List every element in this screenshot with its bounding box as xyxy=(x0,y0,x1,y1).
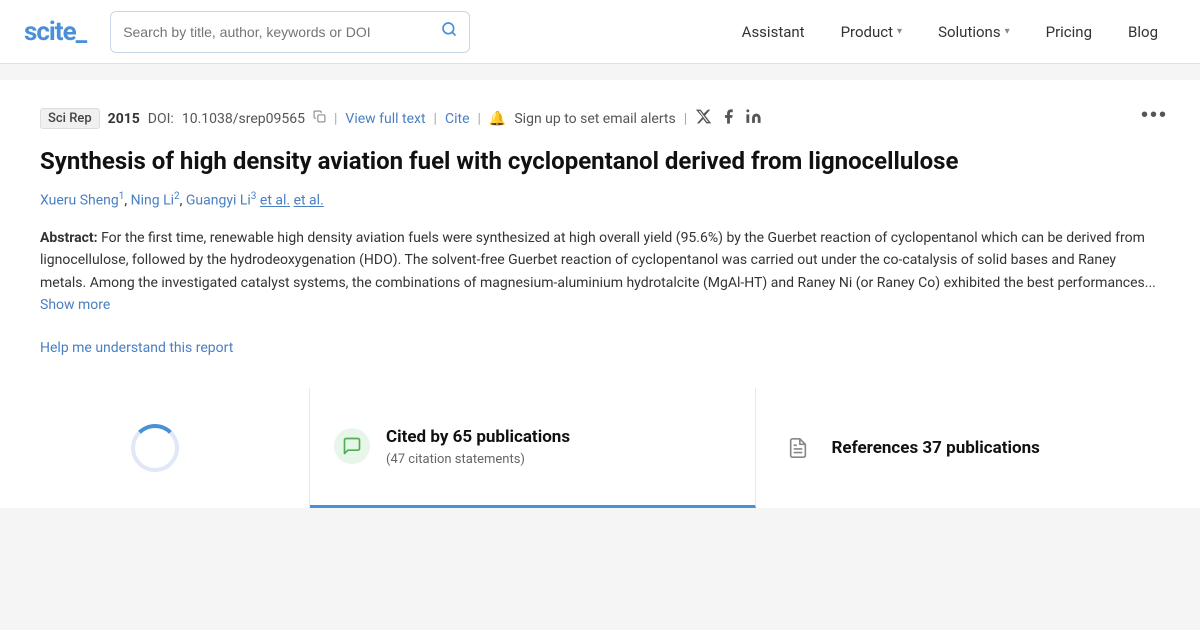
author-link-3[interactable]: Guangyi Li xyxy=(186,193,251,209)
cited-text: Cited by 65 publications (47 citation st… xyxy=(386,426,570,467)
cited-sub-text: (47 citation statements) xyxy=(386,452,570,467)
facebook-icon[interactable] xyxy=(720,108,737,129)
loading-spinner xyxy=(131,424,179,472)
brand-logo[interactable]: scite_ xyxy=(24,17,86,47)
search-button[interactable] xyxy=(441,21,457,42)
author-link-2[interactable]: Ning Li xyxy=(131,193,174,209)
separator: | xyxy=(334,111,337,127)
references-panel[interactable]: References 37 publications xyxy=(756,388,1200,508)
doi-label: DOI: xyxy=(148,111,174,127)
more-options-button[interactable]: ••• xyxy=(1141,104,1168,127)
nav-item-product[interactable]: Product ▾ xyxy=(823,0,920,64)
meta-line: Sci Rep 2015 DOI: 10.1038/srep09565 | Vi… xyxy=(40,108,1160,129)
separator: | xyxy=(684,111,687,127)
author-sup-2: 2 xyxy=(174,191,180,202)
paper-card: ••• Sci Rep 2015 DOI: 10.1038/srep09565 … xyxy=(0,80,1200,388)
author-sup-3: 3 xyxy=(251,191,257,202)
nav-item-assistant[interactable]: Assistant xyxy=(724,0,823,64)
paper-title: Synthesis of high density aviation fuel … xyxy=(40,145,1160,177)
abstract-label: Abstract: xyxy=(40,230,98,246)
separator: | xyxy=(478,111,481,127)
chevron-down-icon: ▾ xyxy=(897,26,902,37)
authors-line: Xueru Sheng1, Ning Li2, Guangyi Li3 et a… xyxy=(40,191,1160,209)
help-link[interactable]: Help me understand this report xyxy=(40,340,233,356)
abstract: Abstract: For the first time, renewable … xyxy=(40,227,1160,317)
search-input[interactable] xyxy=(123,24,441,40)
author-link-1[interactable]: Xueru Sheng xyxy=(40,193,119,209)
show-more-link[interactable]: Show more xyxy=(40,297,110,313)
citations-icon xyxy=(334,428,370,464)
references-main-text: References 37 publications xyxy=(832,438,1040,458)
left-loading-panel xyxy=(0,388,310,508)
author-sup-1: 1 xyxy=(119,191,125,202)
cite-link[interactable]: Cite xyxy=(445,111,470,127)
alert-text[interactable]: Sign up to set email alerts xyxy=(514,111,675,127)
et-al-link[interactable]: et al. xyxy=(294,193,324,209)
social-share-icons xyxy=(695,108,762,129)
linkedin-icon[interactable] xyxy=(745,108,762,129)
bottom-section: Cited by 65 publications (47 citation st… xyxy=(0,388,1200,508)
chevron-down-icon: ▾ xyxy=(1005,26,1010,37)
cited-panel[interactable]: Cited by 65 publications (47 citation st… xyxy=(310,388,756,508)
twitter-icon[interactable] xyxy=(695,108,712,129)
nav-item-pricing[interactable]: Pricing xyxy=(1028,0,1110,64)
references-icon xyxy=(780,430,816,466)
nav-links: Assistant Product ▾ Solutions ▾ Pricing … xyxy=(724,0,1176,64)
view-full-text-link[interactable]: View full text xyxy=(345,111,425,127)
bell-icon: 🔔 xyxy=(489,111,506,127)
doi-value: 10.1038/srep09565 xyxy=(182,111,305,127)
navbar: scite_ Assistant Product ▾ Solutions ▾ P… xyxy=(0,0,1200,64)
nav-item-solutions[interactable]: Solutions ▾ xyxy=(920,0,1028,64)
abstract-body: For the first time, renewable high densi… xyxy=(40,230,1156,291)
search-bar[interactable] xyxy=(110,11,470,53)
copy-icon[interactable] xyxy=(313,110,326,127)
journal-badge: Sci Rep xyxy=(40,108,100,129)
right-panels: Cited by 65 publications (47 citation st… xyxy=(310,388,1200,508)
separator: | xyxy=(434,111,437,127)
et-al-link[interactable]: et al. xyxy=(260,193,290,209)
paper-year: 2015 xyxy=(108,111,140,127)
nav-item-blog[interactable]: Blog xyxy=(1110,0,1176,64)
cited-main-text: Cited by 65 publications xyxy=(386,426,570,448)
